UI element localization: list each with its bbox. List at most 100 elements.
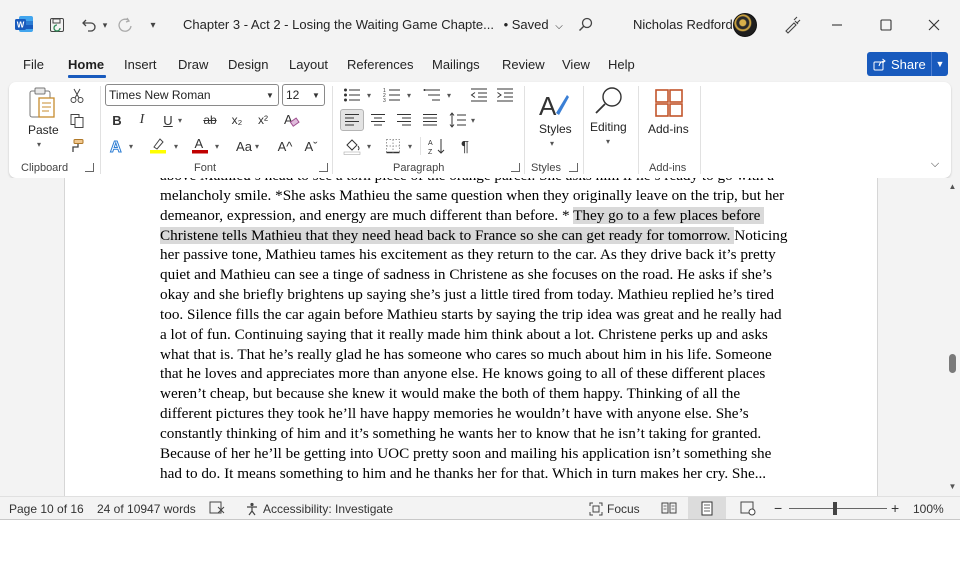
focus-button[interactable]: Focus: [589, 502, 640, 516]
document-title[interactable]: Chapter 3 - Act 2 - Losing the Waiting G…: [183, 17, 563, 32]
highlight-color-icon[interactable]: [147, 134, 169, 156]
undo-dropdown-icon[interactable]: ▾: [100, 16, 110, 34]
bold-button[interactable]: B: [106, 109, 128, 131]
font-color-icon[interactable]: A: [189, 134, 211, 156]
shading-icon[interactable]: [341, 135, 363, 157]
borders-dropdown-icon[interactable]: ▾: [408, 142, 412, 151]
print-layout-view-button[interactable]: [688, 497, 726, 519]
tab-mailings[interactable]: Mailings: [432, 57, 480, 72]
decrease-indent-icon[interactable]: [468, 85, 490, 105]
bullets-dropdown-icon[interactable]: ▾: [367, 91, 371, 100]
change-case-dropdown-icon[interactable]: ▾: [255, 142, 259, 151]
font-color-dropdown-icon[interactable]: ▾: [215, 142, 219, 151]
align-left-icon[interactable]: [340, 109, 364, 131]
multilevel-dropdown-icon[interactable]: ▾: [447, 91, 451, 100]
add-ins-icon[interactable]: [652, 86, 686, 120]
chevron-down-icon[interactable]: ▼: [266, 91, 278, 100]
clear-formatting-icon[interactable]: A: [280, 109, 302, 131]
tab-view[interactable]: View: [562, 57, 590, 72]
zoom-in-button[interactable]: +: [891, 500, 899, 516]
tab-review[interactable]: Review: [502, 57, 545, 72]
maximize-icon[interactable]: [874, 13, 898, 37]
paste-dropdown-icon[interactable]: ▾: [37, 140, 41, 149]
shading-dropdown-icon[interactable]: ▾: [367, 142, 371, 151]
tab-design[interactable]: Design: [228, 57, 268, 72]
styles-label[interactable]: Styles: [539, 122, 572, 136]
change-case-button[interactable]: Aa: [231, 135, 257, 157]
designer-icon[interactable]: [780, 13, 804, 37]
superscript-button[interactable]: x²: [252, 109, 274, 131]
text-effects-icon[interactable]: A: [106, 135, 128, 157]
proofing-icon[interactable]: [209, 501, 225, 515]
user-name[interactable]: Nicholas Redford: [633, 17, 733, 32]
zoom-slider[interactable]: [789, 508, 887, 509]
zoom-out-button[interactable]: −: [774, 500, 782, 516]
text-effects-dropdown-icon[interactable]: ▾: [129, 142, 133, 151]
justify-icon[interactable]: [419, 109, 441, 131]
chevron-down-icon[interactable]: ▼: [931, 52, 948, 76]
scrollbar-thumb[interactable]: [949, 354, 956, 373]
document-body[interactable]: above Mathieu’s head to see a torn piece…: [160, 178, 790, 484]
styles-launcher-icon[interactable]: [569, 163, 578, 172]
tab-help[interactable]: Help: [608, 57, 635, 72]
tab-insert[interactable]: Insert: [124, 57, 157, 72]
strikethrough-button[interactable]: ab: [199, 109, 221, 131]
avatar[interactable]: [733, 13, 757, 37]
tab-home[interactable]: Home: [68, 57, 104, 72]
align-center-icon[interactable]: [367, 109, 389, 131]
grow-font-button[interactable]: A^: [274, 135, 296, 157]
vertical-scrollbar[interactable]: ▲ ▼: [945, 178, 960, 496]
editing-search-icon[interactable]: [592, 84, 626, 118]
cut-icon[interactable]: [67, 86, 87, 106]
undo-icon[interactable]: [78, 14, 100, 36]
tab-file[interactable]: File: [23, 57, 44, 72]
customize-qat-icon[interactable]: ▾: [146, 15, 160, 35]
sort-icon[interactable]: AZ: [426, 135, 448, 157]
scroll-down-icon[interactable]: ▼: [945, 482, 960, 492]
font-name-combo[interactable]: Times New Roman ▼: [105, 84, 279, 106]
format-painter-icon[interactable]: [67, 136, 87, 156]
paragraph-launcher-icon[interactable]: [511, 163, 520, 172]
zoom-level[interactable]: 100%: [913, 502, 944, 516]
paste-icon[interactable]: [27, 86, 57, 120]
chevron-down-icon[interactable]: ▼: [312, 91, 324, 100]
clipboard-launcher-icon[interactable]: [85, 163, 94, 172]
editing-dropdown-icon[interactable]: ▾: [606, 137, 610, 146]
bullets-icon[interactable]: [341, 85, 363, 105]
web-layout-icon[interactable]: [740, 501, 756, 516]
underline-button[interactable]: U: [157, 109, 179, 131]
borders-icon[interactable]: [382, 135, 404, 157]
line-spacing-dropdown-icon[interactable]: ▾: [471, 116, 475, 125]
add-ins-label[interactable]: Add-ins: [648, 122, 689, 136]
font-size-combo[interactable]: 12 ▼: [282, 84, 325, 106]
accessibility-status[interactable]: Accessibility: Investigate: [245, 502, 393, 516]
font-launcher-icon[interactable]: [319, 163, 328, 172]
highlight-dropdown-icon[interactable]: ▾: [174, 142, 178, 151]
page-count[interactable]: Page 10 of 16: [9, 502, 84, 516]
italic-button[interactable]: I: [131, 109, 153, 131]
multilevel-list-icon[interactable]: [421, 85, 443, 105]
scroll-up-icon[interactable]: ▲: [945, 182, 960, 192]
document-page[interactable]: above Mathieu’s head to see a torn piece…: [64, 178, 878, 496]
subscript-button[interactable]: x₂: [226, 109, 248, 131]
zoom-slider-thumb[interactable]: [833, 502, 838, 515]
collapse-ribbon-icon[interactable]: ⌵: [927, 156, 943, 172]
line-spacing-icon[interactable]: [447, 109, 469, 131]
underline-dropdown-icon[interactable]: ▾: [178, 116, 182, 125]
minimize-icon[interactable]: [825, 13, 849, 37]
styles-icon[interactable]: A: [535, 86, 571, 122]
align-right-icon[interactable]: [393, 109, 415, 131]
styles-dropdown-icon[interactable]: ▾: [550, 139, 554, 148]
tab-draw[interactable]: Draw: [178, 57, 208, 72]
shrink-font-button[interactable]: Aˇ: [300, 135, 322, 157]
close-icon[interactable]: [922, 13, 946, 37]
show-formatting-marks-icon[interactable]: ¶: [454, 135, 476, 157]
editing-label[interactable]: Editing: [590, 120, 627, 134]
share-button[interactable]: Share ▼: [867, 52, 948, 76]
paste-label[interactable]: Paste: [28, 123, 59, 137]
increase-indent-icon[interactable]: [494, 85, 516, 105]
save-icon[interactable]: [46, 14, 68, 36]
search-icon[interactable]: [574, 13, 598, 37]
tab-references[interactable]: References: [347, 57, 413, 72]
redo-icon[interactable]: [114, 14, 136, 36]
